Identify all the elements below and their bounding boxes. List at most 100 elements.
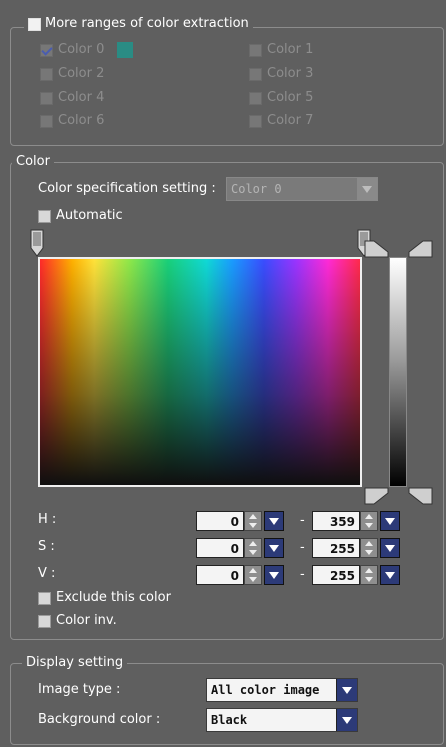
arrow-down-icon	[249, 577, 257, 582]
s-max-value[interactable]: 255	[312, 538, 360, 558]
s-max-spinner[interactable]: 255	[312, 538, 400, 558]
color-5-label: Color 5	[267, 90, 314, 105]
hue-saturation-spectrum[interactable]	[38, 257, 362, 487]
value-bar-bottom-left-handle[interactable]	[364, 487, 390, 505]
color-0-swatch	[117, 42, 134, 58]
chevron-down-icon	[385, 571, 395, 579]
color-5-checkbox[interactable]	[249, 91, 262, 105]
color-3-label: Color 3	[267, 66, 314, 81]
h-min-value[interactable]: 0	[196, 511, 244, 531]
more-ranges-checkbox[interactable]	[28, 17, 41, 31]
color-6-checkbox[interactable]	[40, 114, 53, 128]
color-4-label: Color 4	[58, 90, 105, 105]
arrow-down-icon	[365, 550, 373, 555]
color-inv-label: Color inv.	[56, 613, 117, 628]
color-0-label: Color 0	[58, 42, 105, 57]
v-min-spin-arrows[interactable]	[244, 565, 262, 585]
color-2-checkbox[interactable]	[40, 67, 53, 81]
s-min-spinner[interactable]: 0	[196, 538, 284, 558]
color-5-option[interactable]: Color 5	[249, 89, 313, 107]
display-legend: Display setting	[22, 654, 128, 672]
color-3-option[interactable]: Color 3	[249, 65, 313, 83]
s-min-spin-arrows[interactable]	[244, 538, 262, 558]
v-max-spin-arrows[interactable]	[360, 565, 378, 585]
color-7-option[interactable]: Color 7	[249, 112, 313, 130]
h-max-spin-arrows[interactable]	[360, 511, 378, 531]
display-title: Display setting	[26, 655, 124, 670]
h-max-value[interactable]: 359	[312, 511, 360, 531]
hue-min-handle[interactable]	[30, 229, 44, 257]
display-group	[10, 663, 444, 745]
exclude-color-option[interactable]: Exclude this color	[38, 589, 171, 607]
automatic-option[interactable]: Automatic	[38, 207, 123, 225]
v-min-value[interactable]: 0	[196, 565, 244, 585]
arrow-down-icon	[249, 523, 257, 528]
chevron-down-icon	[342, 686, 352, 694]
v-min-spinner[interactable]: 0	[196, 565, 284, 585]
value-bar-top-right-handle[interactable]	[407, 240, 433, 258]
color-4-checkbox[interactable]	[40, 91, 53, 105]
background-color-dropdown[interactable]: Black	[206, 708, 358, 732]
h-range-separator: -	[300, 513, 305, 528]
h-label: H :	[38, 512, 57, 527]
chevron-down-icon	[342, 716, 352, 724]
color-inv-checkbox[interactable]	[38, 614, 51, 628]
arrow-up-icon	[365, 514, 373, 519]
image-type-dropdown-button[interactable]	[336, 679, 357, 701]
arrow-down-icon	[249, 550, 257, 555]
color-spec-dropdown-button[interactable]	[357, 178, 377, 200]
s-max-dropdown-button[interactable]	[380, 538, 400, 558]
h-min-spin-arrows[interactable]	[244, 511, 262, 531]
exclude-color-checkbox[interactable]	[38, 591, 51, 605]
color-6-label: Color 6	[58, 113, 105, 128]
color-0-option[interactable]: Color 0	[40, 41, 134, 59]
color-title: Color	[16, 154, 50, 169]
s-min-value[interactable]: 0	[196, 538, 244, 558]
extraction-title: More ranges of color extraction	[45, 16, 249, 31]
automatic-label: Automatic	[56, 208, 123, 223]
h-max-spinner[interactable]: 359	[312, 511, 400, 531]
background-color-dropdown-button[interactable]	[336, 709, 357, 731]
chevron-down-icon	[385, 544, 395, 552]
chevron-down-icon	[269, 517, 279, 525]
color-0-checkbox[interactable]	[40, 43, 53, 57]
color-4-option[interactable]: Color 4	[40, 89, 104, 107]
value-bar-bottom-right-handle[interactable]	[407, 487, 433, 505]
image-type-dropdown[interactable]: All color image	[206, 678, 358, 702]
arrow-down-icon	[365, 523, 373, 528]
color-inv-option[interactable]: Color inv.	[38, 612, 117, 630]
color-1-checkbox[interactable]	[249, 43, 262, 57]
color-2-option[interactable]: Color 2	[40, 65, 104, 83]
extraction-legend[interactable]: More ranges of color extraction	[24, 15, 253, 33]
color-spec-dropdown[interactable]: Color 0	[226, 177, 378, 201]
h-min-spinner[interactable]: 0	[196, 511, 284, 531]
automatic-checkbox[interactable]	[38, 209, 51, 223]
color-legend: Color	[12, 153, 54, 171]
color-spec-label: Color specification setting :	[38, 181, 216, 196]
arrow-down-icon	[365, 577, 373, 582]
s-range-separator: -	[300, 540, 305, 555]
chevron-down-icon	[362, 185, 372, 193]
color-1-option[interactable]: Color 1	[249, 41, 313, 59]
color-1-label: Color 1	[267, 42, 314, 57]
chevron-down-icon	[269, 571, 279, 579]
value-brightness-bar[interactable]	[389, 257, 407, 487]
v-max-value[interactable]: 255	[312, 565, 360, 585]
v-min-dropdown-button[interactable]	[264, 565, 284, 585]
color-6-option[interactable]: Color 6	[40, 112, 104, 130]
s-max-spin-arrows[interactable]	[360, 538, 378, 558]
color-3-checkbox[interactable]	[249, 67, 262, 81]
s-min-dropdown-button[interactable]	[264, 538, 284, 558]
h-min-dropdown-button[interactable]	[264, 511, 284, 531]
background-color-label: Background color :	[38, 712, 161, 727]
color-2-label: Color 2	[58, 66, 105, 81]
v-max-spinner[interactable]: 255	[312, 565, 400, 585]
arrow-up-icon	[365, 541, 373, 546]
v-label: V :	[38, 566, 56, 581]
v-max-dropdown-button[interactable]	[380, 565, 400, 585]
h-max-dropdown-button[interactable]	[380, 511, 400, 531]
v-range-separator: -	[300, 567, 305, 582]
background-color-value: Black	[211, 713, 248, 727]
color-7-checkbox[interactable]	[249, 114, 262, 128]
value-bar-top-left-handle[interactable]	[364, 240, 390, 258]
